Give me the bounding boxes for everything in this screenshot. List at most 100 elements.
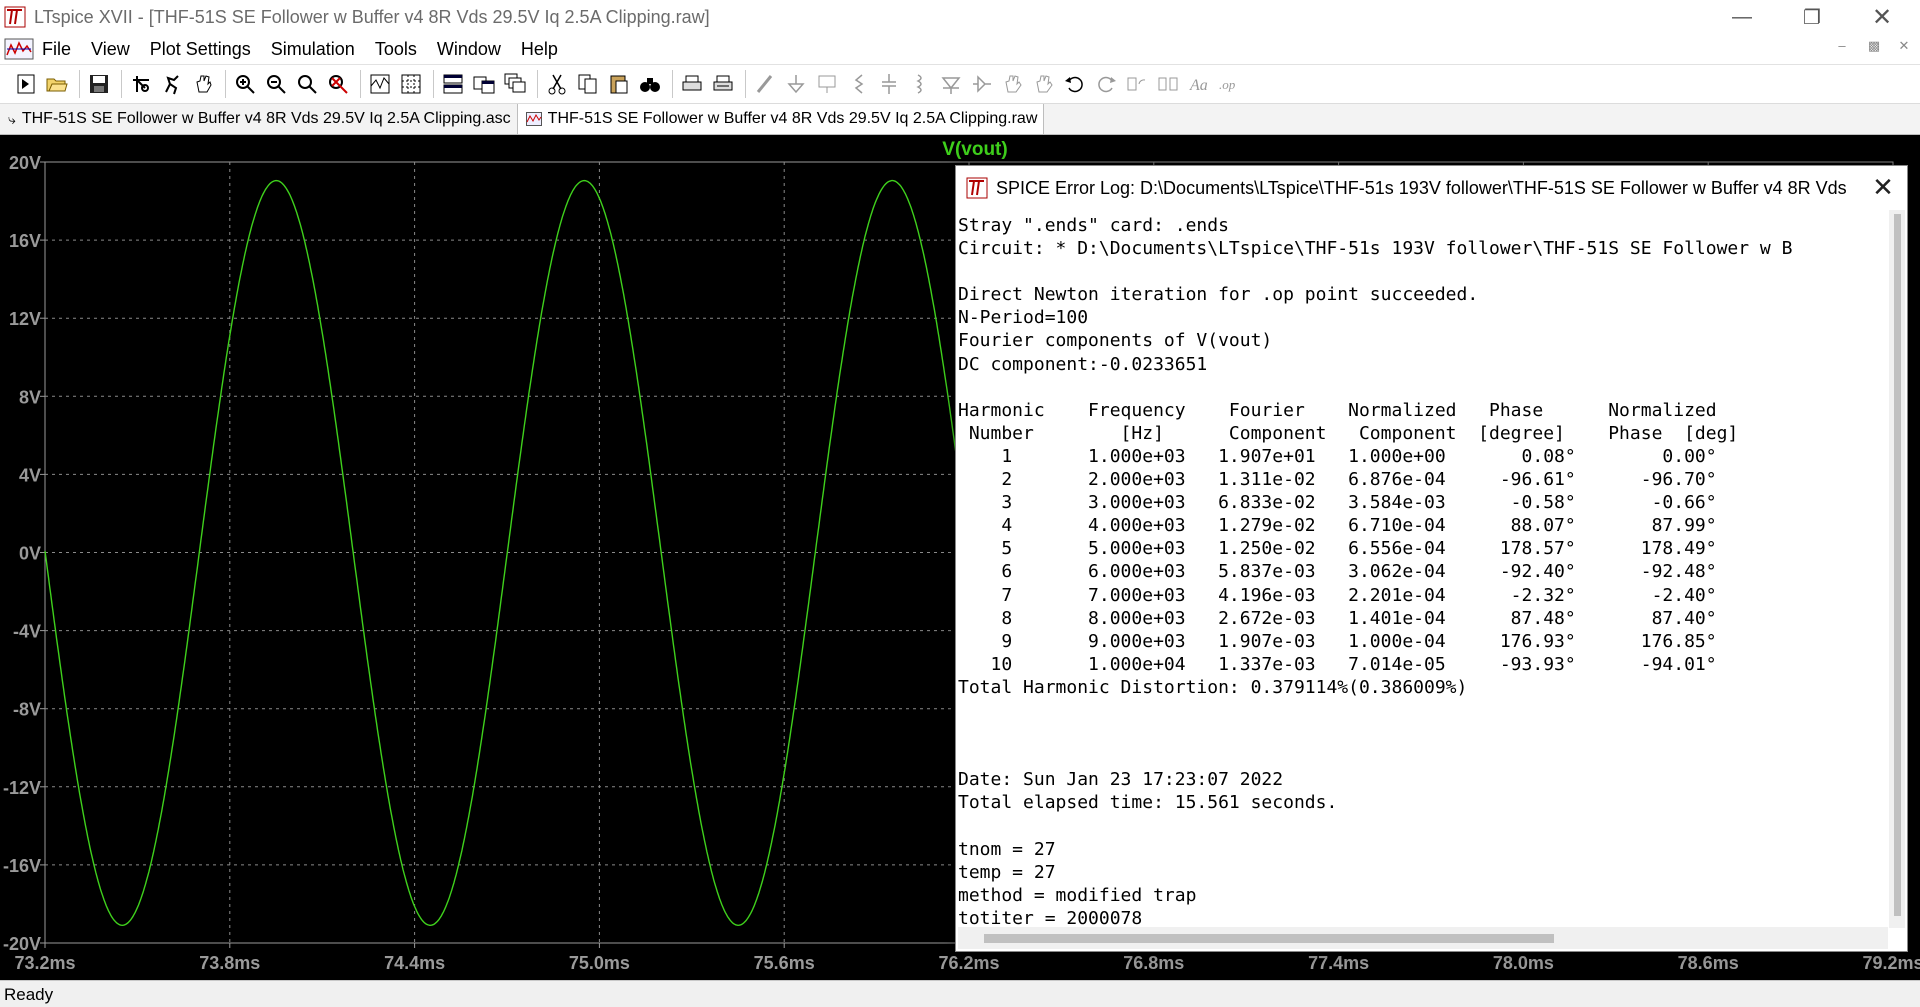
zoom-out-button[interactable]	[262, 69, 289, 99]
error-log-title-bar: SPICE Error Log: D:\Documents\LTspice\TH…	[956, 166, 1907, 210]
cascade-button[interactable]	[501, 69, 528, 99]
menu-window[interactable]: Window	[437, 39, 501, 60]
error-log-vertical-scrollbar[interactable]	[1889, 210, 1905, 928]
tab-waveform[interactable]: THF-51S SE Follower w Buffer v4 8R Vds 2…	[517, 104, 1045, 134]
error-log-close-button[interactable]: ✕	[1869, 174, 1897, 202]
control-panel-button[interactable]	[127, 69, 154, 99]
tile-horizontal-icon	[443, 74, 462, 93]
rotate-icon	[1127, 77, 1145, 90]
diode-button[interactable]	[937, 69, 964, 99]
scrollbar-thumb[interactable]	[1894, 214, 1901, 916]
resistor-icon	[854, 73, 863, 94]
print-setup-button[interactable]	[709, 69, 736, 99]
rotate-button[interactable]	[1123, 69, 1150, 99]
print-button[interactable]	[678, 69, 705, 99]
save-button[interactable]	[85, 69, 112, 99]
close-icon: ✕	[1872, 172, 1894, 202]
grid-button[interactable]	[397, 69, 424, 99]
open-button[interactable]	[43, 69, 70, 99]
run-icon	[164, 74, 179, 94]
control-panel-icon	[132, 75, 149, 92]
tile-vertical-button[interactable]	[470, 69, 497, 99]
tile-horizontal-button[interactable]	[439, 69, 466, 99]
save-icon	[89, 74, 108, 93]
redo-button[interactable]	[1092, 69, 1119, 99]
menu-simulation[interactable]: Simulation	[271, 39, 355, 60]
y-tick-label: -12V	[3, 778, 41, 798]
tab-schematic[interactable]: ⤷ THF-51S SE Follower w Buffer v4 8R Vds…	[0, 104, 518, 134]
paste-button[interactable]	[605, 69, 632, 99]
inductor-button[interactable]	[906, 69, 933, 99]
error-log-horizontal-scrollbar[interactable]	[958, 927, 1888, 949]
log-line: Total elapsed time: 15.561 seconds.	[958, 792, 1338, 814]
halt-button[interactable]	[189, 69, 216, 99]
ground-button[interactable]	[782, 69, 809, 99]
print-setup-icon	[713, 75, 732, 90]
copy-button[interactable]	[574, 69, 601, 99]
drag-button[interactable]	[1030, 69, 1057, 99]
resistor-button[interactable]	[844, 69, 871, 99]
mirror-button[interactable]	[1154, 69, 1181, 99]
open-folder-icon	[46, 78, 68, 91]
menu-help[interactable]: Help	[521, 39, 558, 60]
autorange-button[interactable]	[366, 69, 393, 99]
x-tick-label: 79.2ms	[1862, 953, 1920, 973]
drag-icon	[1035, 74, 1053, 92]
capacitor-icon	[881, 73, 896, 94]
close-button[interactable]: ✕	[1852, 0, 1912, 34]
menu-view[interactable]: View	[91, 39, 130, 60]
x-tick-label: 78.0ms	[1493, 953, 1554, 973]
x-tick-label: 73.2ms	[14, 953, 75, 973]
restore-button[interactable]: ❐	[1782, 0, 1842, 34]
minimize-button[interactable]: —	[1712, 0, 1772, 34]
cut-button[interactable]	[543, 69, 570, 99]
tab-label: THF-51S SE Follower w Buffer v4 8R Vds 2…	[547, 110, 1038, 127]
zoom-cancel-button[interactable]	[324, 69, 351, 99]
log-line: Total Harmonic Distortion: 0.379114%(0.3…	[958, 676, 1468, 698]
x-tick-label: 77.4ms	[1308, 953, 1369, 973]
y-tick-label: 12V	[9, 309, 41, 329]
log-line: 8 8.000e+03 2.672e-03 1.401e-04 87.48° 8…	[958, 607, 1717, 629]
mdi-minimize-button[interactable]: –	[1830, 38, 1854, 53]
log-line: Circuit: * D:\Documents\LTspice\THF-51s …	[958, 238, 1793, 260]
menu-tools[interactable]: Tools	[375, 39, 417, 60]
tab-label: THF-51S SE Follower w Buffer v4 8R Vds 2…	[21, 110, 511, 127]
x-tick-label: 76.8ms	[1123, 953, 1184, 973]
document-waveform-icon[interactable]	[4, 37, 34, 61]
new-schematic-button[interactable]	[12, 69, 39, 99]
find-icon	[639, 77, 660, 92]
scrollbar-thumb[interactable]	[984, 934, 1554, 943]
zoom-in-button[interactable]	[231, 69, 258, 99]
x-tick-label: 78.6ms	[1678, 953, 1739, 973]
menu-file[interactable]: File	[42, 39, 71, 60]
wire-button[interactable]	[751, 69, 778, 99]
mdi-close-button[interactable]: ✕	[1892, 38, 1916, 54]
error-log-text[interactable]: Stray ".ends" card: .ends Circuit: * D:\D…	[958, 210, 1888, 928]
log-line: tnom = 27	[958, 838, 1056, 860]
label-button[interactable]	[813, 69, 840, 99]
y-tick-label: -4V	[13, 622, 41, 642]
text-icon: Aa	[1189, 77, 1208, 94]
grid-icon	[401, 74, 420, 93]
status-bar: Ready	[0, 980, 1920, 1007]
menu-plot-settings[interactable]: Plot Settings	[150, 39, 251, 60]
log-line: 10 1.000e+04 1.337e-03 7.014e-05 -93.93°…	[958, 653, 1717, 675]
log-line: Fourier components of V(vout)	[958, 330, 1273, 352]
redo-icon	[1097, 76, 1116, 92]
undo-button[interactable]	[1061, 69, 1088, 99]
window-title: LTspice XVII - [THF-51S SE Follower w Bu…	[34, 6, 710, 27]
move-button[interactable]	[999, 69, 1026, 99]
zoom-fit-button[interactable]	[293, 69, 320, 99]
mdi-restore-button[interactable]: ▩	[1862, 38, 1886, 54]
run-button[interactable]	[158, 69, 185, 99]
component-button[interactable]	[968, 69, 995, 99]
autorange-icon	[370, 74, 389, 93]
find-button[interactable]	[636, 69, 663, 99]
ltspice-window: LTspice XVII - [THF-51S SE Follower w Bu…	[0, 0, 1920, 1007]
log-line: 6 6.000e+03 5.837e-03 3.062e-04 -92.40° …	[958, 561, 1717, 583]
spice-directive-button[interactable]: .op	[1216, 69, 1243, 99]
text-button[interactable]: Aa	[1185, 69, 1212, 99]
log-line: Direct Newton iteration for .op point su…	[958, 284, 1479, 306]
capacitor-button[interactable]	[875, 69, 902, 99]
